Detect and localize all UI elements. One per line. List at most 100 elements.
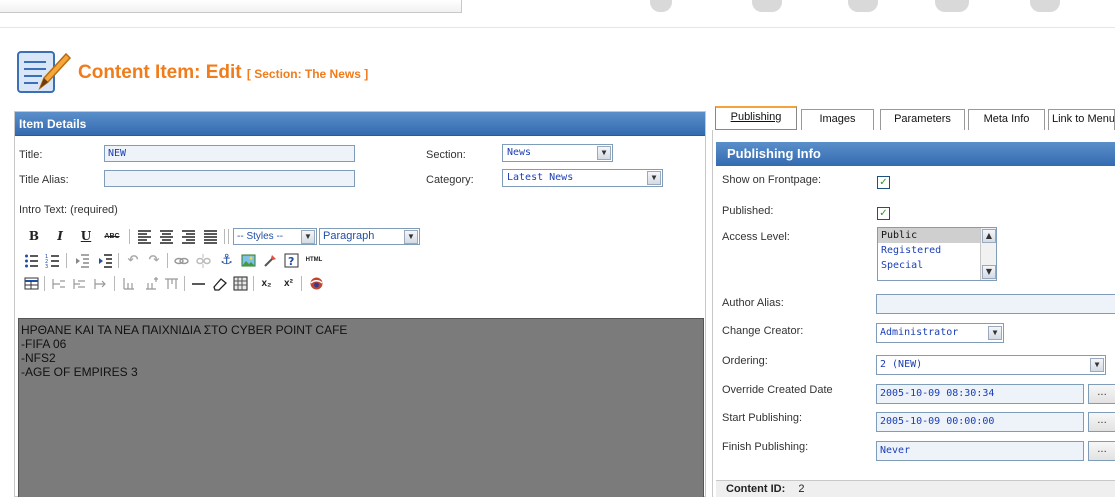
anchor-icon[interactable]: ⚓: [219, 252, 234, 269]
ordering-select[interactable]: 2 (NEW) ▼: [876, 355, 1106, 375]
tab-images[interactable]: Images: [801, 109, 874, 130]
align-left-icon[interactable]: [137, 229, 152, 244]
chevron-down-icon[interactable]: ▼: [1090, 358, 1104, 372]
strikethrough-button[interactable]: ABC: [102, 228, 122, 245]
toolbar-icon[interactable]: [1030, 0, 1060, 12]
italic-button[interactable]: I: [53, 228, 67, 245]
publishing-panel: Publishing Info Show on Frontpage: ✓ Pub…: [712, 130, 1115, 497]
visual-aid-icon[interactable]: [233, 276, 248, 291]
tab-publishing[interactable]: Publishing: [715, 106, 797, 130]
access-option[interactable]: Registered: [878, 243, 980, 258]
format-select-value: Paragraph: [323, 230, 375, 242]
indent-icon[interactable]: [98, 253, 113, 268]
subscript-button[interactable]: x₂: [259, 275, 274, 292]
align-justify-icon[interactable]: [203, 229, 218, 244]
toolbar-divider: [167, 253, 168, 268]
author-alias-input[interactable]: [876, 294, 1115, 314]
delete-col-icon[interactable]: [164, 276, 179, 291]
bold-button[interactable]: B: [26, 228, 42, 245]
toolbar-divider: [66, 253, 67, 268]
finish-date-picker-button[interactable]: ...: [1088, 441, 1115, 461]
override-date-input[interactable]: 2005-10-09 08:30:34: [876, 384, 1084, 404]
styles-select[interactable]: -- Styles -- ▼: [233, 228, 317, 245]
toolbar-divider: [224, 229, 225, 244]
tab-parameters[interactable]: Parameters: [880, 109, 965, 130]
finish-publishing-label: Finish Publishing:: [722, 441, 809, 453]
top-search-field[interactable]: [0, 0, 462, 13]
category-select[interactable]: Latest News ▼: [502, 169, 663, 187]
title-alias-label: Title Alias:: [19, 174, 69, 186]
intro-text-editor[interactable]: ΗΡΘΑΝΕ ΚΑΙ ΤΑ ΝΕΑ ΠΑΙΧΝΙΔΙΑ ΣΤΟ CYBER PO…: [18, 318, 704, 497]
title-alias-input[interactable]: [104, 170, 355, 187]
access-level-label: Access Level:: [722, 231, 790, 243]
toolbar-icon[interactable]: [650, 0, 672, 12]
eraser-icon[interactable]: [212, 276, 227, 291]
bullet-list-icon[interactable]: [24, 253, 39, 268]
numbered-list-icon[interactable]: 123: [45, 253, 60, 268]
category-select-value: Latest News: [507, 172, 574, 183]
section-select[interactable]: News ▼: [502, 144, 613, 162]
top-toolbar-strip: [0, 0, 1115, 14]
row-props-icon[interactable]: [51, 276, 66, 291]
help-icon[interactable]: ?: [284, 253, 299, 268]
toolbar-icon[interactable]: [848, 0, 878, 12]
superscript-button[interactable]: x²: [281, 275, 296, 292]
editor-line: -NFS2: [21, 351, 56, 365]
chevron-down-icon[interactable]: ▼: [982, 265, 996, 279]
edit-document-icon: [17, 51, 72, 93]
underline-button[interactable]: U: [79, 228, 93, 245]
override-date-picker-button[interactable]: ...: [1088, 384, 1115, 404]
start-publishing-input[interactable]: 2005-10-09 00:00:00: [876, 412, 1084, 432]
published-checkbox[interactable]: ✓: [877, 207, 890, 220]
start-publishing-label: Start Publishing:: [722, 412, 803, 424]
ordering-label: Ordering:: [722, 355, 768, 367]
format-select[interactable]: Paragraph ▼: [319, 228, 420, 245]
cleanup-icon[interactable]: [263, 253, 278, 268]
unlink-icon[interactable]: [196, 253, 211, 268]
table-icon[interactable]: [24, 276, 39, 291]
frontpage-checkbox[interactable]: ✓: [877, 176, 890, 189]
outdent-icon[interactable]: [75, 253, 90, 268]
intro-text-label: Intro Text: (required): [19, 204, 118, 216]
chevron-down-icon[interactable]: ▼: [988, 326, 1002, 340]
align-right-icon[interactable]: [181, 229, 196, 244]
list-scrollbar[interactable]: ▲ ▼: [980, 228, 996, 280]
chevron-down-icon[interactable]: ▼: [647, 171, 661, 185]
frontpage-label: Show on Frontpage:: [722, 174, 822, 186]
horizontal-rule-icon[interactable]: [191, 276, 206, 291]
access-option[interactable]: Public: [878, 228, 980, 243]
title-input[interactable]: NEW: [104, 145, 355, 162]
chevron-down-icon[interactable]: ▼: [404, 230, 418, 244]
delete-row-icon[interactable]: [93, 276, 108, 291]
detail-tabs: Publishing Images Parameters Meta Info L…: [715, 106, 1115, 130]
access-option[interactable]: Special: [878, 258, 980, 273]
chevron-down-icon[interactable]: ▼: [301, 230, 315, 244]
insert-row-icon[interactable]: [72, 276, 87, 291]
tab-link-to-menu[interactable]: Link to Menu: [1048, 109, 1115, 130]
content-id-label: Content ID:: [726, 483, 786, 495]
toolbar-divider: [44, 276, 45, 291]
align-center-icon[interactable]: [159, 229, 174, 244]
link-icon[interactable]: [174, 253, 189, 268]
change-creator-select[interactable]: Administrator ▼: [876, 323, 1004, 343]
start-date-picker-button[interactable]: ...: [1088, 412, 1115, 432]
publishing-info-header: Publishing Info: [716, 142, 1115, 166]
finish-publishing-input[interactable]: Never: [876, 441, 1084, 461]
insert-col-icon[interactable]: [143, 276, 158, 291]
editor-line: ΗΡΘΑΝΕ ΚΑΙ ΤΑ ΝΕΑ ΠΑΙΧΝΙΔΙΑ ΣΤΟ CYBER PO…: [21, 323, 348, 337]
image-icon[interactable]: [241, 253, 256, 268]
tab-meta-info[interactable]: Meta Info: [968, 109, 1045, 130]
access-level-list[interactable]: Public Registered Special ▲ ▼: [877, 227, 997, 281]
chevron-down-icon[interactable]: ▼: [597, 146, 611, 160]
chevron-up-icon[interactable]: ▲: [982, 229, 996, 243]
content-id-value: 2: [798, 483, 805, 495]
editor-line: -AGE OF EMPIRES 3: [21, 365, 138, 379]
special-char-icon[interactable]: [309, 276, 324, 291]
toolbar-icon[interactable]: [752, 0, 782, 12]
toolbar-icon[interactable]: [935, 0, 969, 12]
undo-icon[interactable]: ↶: [125, 252, 141, 269]
redo-icon[interactable]: ↷: [146, 252, 162, 269]
published-label: Published:: [722, 205, 774, 217]
col-props-icon[interactable]: [121, 276, 136, 291]
html-source-button[interactable]: HTML: [303, 252, 325, 269]
